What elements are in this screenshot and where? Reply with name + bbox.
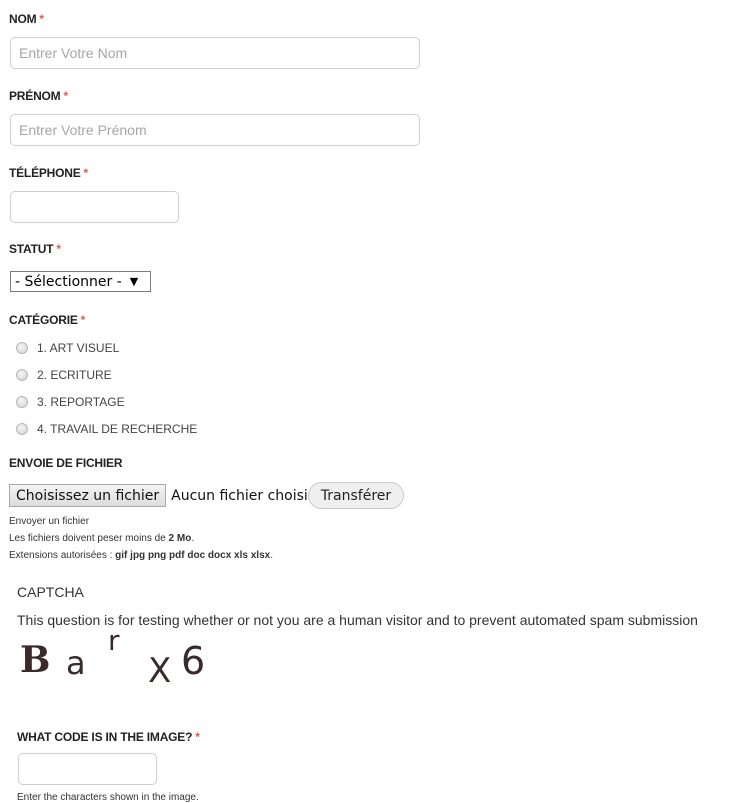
categorie-option-reportage[interactable]: 3. REPORTAGE [16,395,125,409]
captcha-title: CAPTCHA [17,584,84,600]
nom-label: NOM * [9,12,44,26]
captcha-help: Enter the characters shown in the image. [17,792,199,803]
radio-button[interactable] [16,423,28,435]
nom-input[interactable] [10,37,420,69]
radio-button[interactable] [16,369,28,381]
radio-button[interactable] [16,342,28,354]
required-mark: * [195,730,200,744]
help-ext-prefix: Extensions autorisées : [9,550,116,561]
statut-selected-value: - Sélectionner - [15,273,122,290]
help-ext-suffix: . [270,550,273,561]
captcha-code-label: WHAT CODE IS IN THE IMAGE? * [17,730,200,744]
choose-file-button[interactable]: Choisissez un fichier [9,484,167,507]
captcha-char: X [148,651,171,682]
help-size-value: 2 Mo [168,533,192,544]
captcha-image: B a r X 6 [20,630,205,682]
help-size-suffix: . [191,533,195,544]
categorie-label: CATÉGORIE * [9,313,85,327]
help-ext-value: gif jpg png pdf doc docx xls xlsx [115,550,271,561]
categorie-label-text: CATÉGORIE [9,313,78,327]
file-help-extensions: Extensions autorisées : gif jpg png pdf … [9,550,273,561]
required-mark: * [63,89,68,103]
required-mark: * [83,166,89,180]
nom-label-text: NOM [9,12,37,26]
required-mark: * [56,242,61,256]
upload-button[interactable]: Transférer [307,482,405,509]
categorie-option-art-visuel[interactable]: 1. ART VISUEL [16,341,119,355]
prenom-label: PRÉNOM * [9,89,68,103]
captcha-char: B [20,639,50,681]
captcha-char: r [108,630,120,657]
captcha-char: a [66,644,86,682]
chevron-down-icon: ▼ [129,275,139,288]
file-help-size: Les fichiers doivent peser moins de 2 Mo… [9,533,194,544]
fichier-label: ENVOIE DE FICHIER [9,456,123,470]
option-label: 2. ECRITURE [37,368,112,382]
captcha-description: This question is for testing whether or … [17,612,698,628]
categorie-option-travail-de-recherche[interactable]: 4. TRAVAIL DE RECHERCHE [16,422,197,436]
no-file-text: Aucun fichier choisi [171,487,308,504]
captcha-char: 6 [181,639,205,682]
prenom-input[interactable] [10,114,420,146]
option-label: 3. REPORTAGE [37,395,125,409]
required-mark: * [39,12,44,26]
captcha-code-input[interactable] [18,753,157,785]
prenom-label-text: PRÉNOM [9,89,61,103]
statut-label-text: STATUT [9,242,54,256]
categorie-option-ecriture[interactable]: 2. ECRITURE [16,368,112,382]
required-mark: * [80,313,86,327]
statut-select[interactable]: - Sélectionner - ▼ [10,271,151,292]
option-label: 1. ART VISUEL [37,341,120,355]
telephone-input[interactable] [10,191,179,223]
file-help-1: Envoyer un fichier [9,516,90,527]
statut-label: STATUT * [9,242,61,256]
radio-button[interactable] [16,396,28,408]
option-label: 4. TRAVAIL DE RECHERCHE [37,422,198,436]
telephone-label-text: TÉLÉPHONE [9,166,81,180]
telephone-label: TÉLÉPHONE * [9,166,88,180]
captcha-code-label-text: WHAT CODE IS IN THE IMAGE? [17,730,193,744]
help-size-prefix: Les fichiers doivent peser moins de [9,533,169,544]
file-upload-row: Choisissez un fichier Aucun fichier choi… [9,482,405,509]
